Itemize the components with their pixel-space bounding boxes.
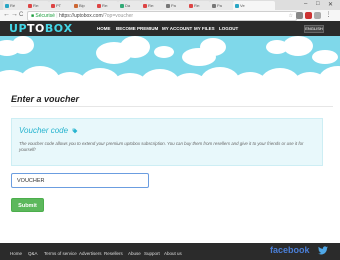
browser-tab[interactable]: Re:	[141, 1, 164, 10]
browser-tab[interactable]: Re:	[95, 1, 118, 10]
browser-tab[interactable]: Ré	[3, 1, 26, 10]
favicon-icon	[143, 3, 147, 8]
extension-icon[interactable]	[305, 12, 312, 19]
submit-button[interactable]: Submit	[11, 198, 44, 212]
footer-link-home[interactable]: Home	[10, 251, 22, 256]
nav-become-premium[interactable]: BECOME PREMIUM	[116, 26, 158, 31]
url-domain: https://uptobox.com	[58, 13, 103, 19]
address-bar[interactable]: ■ Sécurisé | https://uptobox.com/?op=vou…	[27, 11, 297, 21]
voucher-input[interactable]: VOUCHER	[11, 173, 149, 188]
forward-icon[interactable]: →	[11, 11, 18, 18]
cloud	[12, 36, 34, 54]
browser-tab-bar: Ré Re: PT Bip Re: Da Re: Pa Re: Pa Ve – …	[0, 0, 340, 10]
cloud	[154, 46, 174, 58]
extension-icon[interactable]	[314, 12, 321, 19]
maximize-icon[interactable]: □	[316, 1, 320, 7]
divider	[11, 106, 333, 107]
nav-my-account[interactable]: MY ACCOUNT	[162, 26, 192, 31]
site-header: UPTOBOX HOME BECOME PREMIUM MY ACCOUNT M…	[0, 21, 340, 36]
panel-description: The voucher code allows you to extend yo…	[19, 141, 304, 152]
sky-banner	[0, 36, 340, 85]
panel-title: Voucher code	[19, 126, 78, 135]
footer-link-advertisers[interactable]: Advertisers	[79, 251, 102, 256]
favicon-icon	[74, 3, 78, 8]
browser-tab-active[interactable]: Ve	[233, 1, 275, 10]
close-icon[interactable]: ✕	[328, 1, 333, 8]
favicon-icon	[28, 3, 32, 8]
footer-link-about[interactable]: About us	[164, 251, 182, 256]
cloud	[200, 38, 226, 56]
facebook-link[interactable]: facebook	[270, 245, 310, 255]
site-footer: Home Q&A Terms of service Advertisers Re…	[0, 243, 340, 260]
star-icon[interactable]: ☆	[289, 12, 293, 20]
cloud	[312, 50, 338, 64]
language-selector[interactable]: ENGLISH	[304, 25, 324, 33]
voucher-panel: Voucher code The voucher code allows you…	[11, 118, 323, 166]
nav-home[interactable]: HOME	[97, 26, 111, 31]
nav-logout[interactable]: LOGOUT	[219, 26, 238, 31]
nav-my-files[interactable]: MY FILES	[194, 26, 215, 31]
favicon-icon	[212, 3, 216, 8]
favicon-icon	[97, 3, 101, 8]
favicon-icon	[166, 3, 170, 8]
url-path: /?op=voucher	[102, 13, 134, 19]
favicon-icon	[189, 3, 193, 8]
twitter-icon[interactable]	[318, 246, 328, 255]
tag-icon	[72, 128, 78, 134]
cloud	[318, 66, 340, 85]
cloud	[283, 36, 313, 56]
extension-icon[interactable]	[296, 12, 303, 19]
browser-tab[interactable]: Pa	[210, 1, 233, 10]
browser-tab[interactable]: Da	[118, 1, 141, 10]
back-icon[interactable]: ←	[3, 11, 10, 18]
footer-link-abuse[interactable]: Abuse	[128, 251, 141, 256]
reload-icon[interactable]: C	[19, 12, 23, 18]
browser-tab[interactable]: PT	[49, 1, 72, 10]
page-title: Enter a voucher	[11, 94, 80, 104]
browser-tab[interactable]: Re:	[187, 1, 210, 10]
favicon-icon	[235, 3, 239, 8]
secure-label: Sécurisé	[35, 13, 55, 19]
browser-tab[interactable]: Pa	[164, 1, 187, 10]
footer-link-support[interactable]: Support	[144, 251, 160, 256]
favicon-icon	[5, 3, 9, 8]
footer-link-resellers[interactable]: Resellers	[104, 251, 123, 256]
browser-tab[interactable]: Bip	[72, 1, 95, 10]
minimize-icon[interactable]: –	[304, 1, 307, 7]
footer-link-qa[interactable]: Q&A	[28, 251, 38, 256]
favicon-icon	[120, 3, 124, 8]
browser-tab[interactable]: Re:	[26, 1, 49, 10]
cloud	[120, 36, 150, 58]
footer-link-terms[interactable]: Terms of service	[44, 251, 77, 256]
menu-icon[interactable]: ⋮	[325, 12, 332, 19]
favicon-icon	[51, 3, 55, 8]
logo[interactable]: UPTOBOX	[9, 22, 73, 35]
